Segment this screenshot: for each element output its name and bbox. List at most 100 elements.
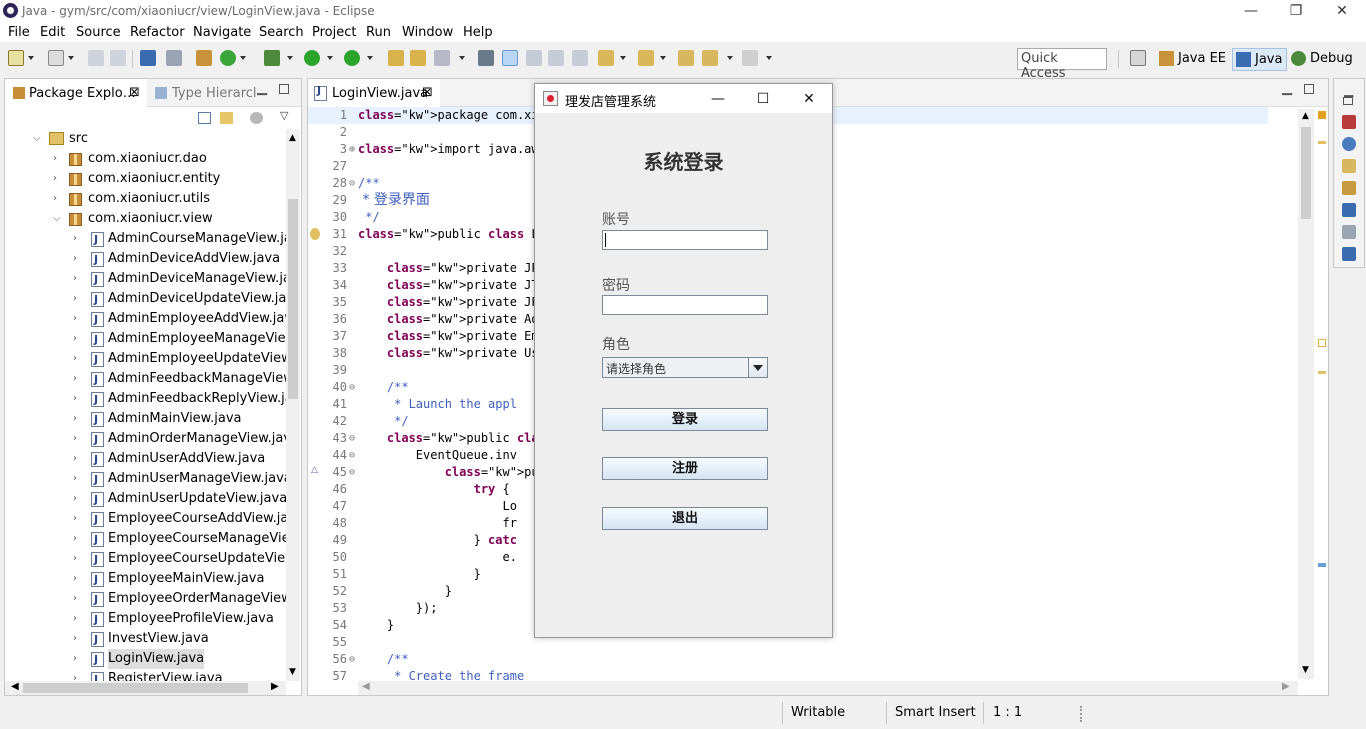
collapsed-arrow-icon[interactable]: › bbox=[73, 549, 83, 569]
explorer-horizontal-scrollbar[interactable]: ◀ ▶ bbox=[5, 681, 286, 695]
collapsed-arrow-icon[interactable]: › bbox=[73, 649, 83, 669]
declaration-icon[interactable] bbox=[1342, 181, 1356, 195]
package-icon[interactable] bbox=[196, 50, 212, 66]
collapsed-arrow-icon[interactable]: › bbox=[53, 189, 63, 209]
fold-toggle-icon[interactable]: ⊖ bbox=[349, 430, 357, 447]
collapsed-arrow-icon[interactable]: › bbox=[73, 249, 83, 269]
scroll-left-icon[interactable]: ◀ bbox=[362, 681, 370, 692]
tab-loginview[interactable]: LoginView.java ⊠ bbox=[308, 79, 440, 107]
tree-item-file[interactable]: › AdminEmployeeAddView.java bbox=[5, 309, 286, 330]
new-icon[interactable] bbox=[8, 50, 24, 66]
collapsed-arrow-icon[interactable]: › bbox=[53, 169, 63, 189]
dropdown-icon[interactable] bbox=[620, 56, 626, 60]
tree-item-package[interactable]: › com.xiaoniucr.utils bbox=[5, 189, 286, 209]
scroll-down-icon[interactable]: ▼ bbox=[1302, 665, 1309, 675]
annotation-icon[interactable] bbox=[478, 50, 494, 66]
tree-item-file[interactable]: › AdminDeviceAddView.java bbox=[5, 249, 286, 270]
fold-toggle-icon[interactable]: ⊕ bbox=[349, 141, 357, 158]
tree-item-file[interactable]: › EmployeeMainView.java bbox=[5, 569, 286, 590]
minimize-button[interactable]: — bbox=[1228, 0, 1274, 22]
tab-type-hierarchy[interactable]: Type Hierarcl bbox=[172, 86, 257, 101]
show-whitespace-icon[interactable] bbox=[572, 50, 588, 66]
tree-item-file[interactable]: › EmployeeProfileView.java bbox=[5, 609, 286, 630]
maximize-view-icon[interactable] bbox=[279, 84, 289, 94]
forward-dropdown-icon[interactable] bbox=[766, 56, 772, 60]
warning-overview-icon[interactable] bbox=[1318, 111, 1326, 119]
minimize-view-icon[interactable]: ▁ bbox=[1282, 81, 1292, 96]
collapsed-arrow-icon[interactable]: › bbox=[73, 409, 83, 429]
save-all-icon[interactable] bbox=[110, 50, 126, 66]
menu-project[interactable]: Project bbox=[312, 25, 356, 40]
skip-breakpoints-icon[interactable] bbox=[166, 50, 182, 66]
fold-toggle-icon[interactable]: ⊖ bbox=[349, 464, 357, 481]
forward-icon[interactable] bbox=[742, 50, 758, 66]
run-external-icon[interactable] bbox=[344, 50, 360, 66]
collapsed-arrow-icon[interactable]: › bbox=[73, 589, 83, 609]
restore-button[interactable]: ❐ bbox=[1273, 0, 1319, 22]
code-line[interactable]: 56 ⊖ /** bbox=[308, 651, 1268, 668]
tree-item-package[interactable]: › com.xiaoniucr.dao bbox=[5, 149, 286, 169]
tree-item-file[interactable]: › EmployeeCourseAddView.java bbox=[5, 509, 286, 530]
javadoc-icon[interactable] bbox=[1342, 159, 1356, 173]
dialog-close-button[interactable]: ✕ bbox=[794, 88, 824, 110]
console-icon[interactable] bbox=[140, 50, 156, 66]
menu-window[interactable]: Window bbox=[402, 25, 453, 40]
editor-horizontal-scrollbar[interactable]: ◀ ▶ bbox=[358, 681, 1298, 695]
back-icon[interactable] bbox=[702, 50, 718, 66]
focus-icon[interactable] bbox=[250, 112, 263, 124]
tree-item-package[interactable]: ⌵ com.xiaoniucr.view bbox=[5, 209, 286, 229]
collapse-all-icon[interactable] bbox=[198, 112, 211, 124]
tab-package-explorer[interactable]: Package Explo… ⊠ bbox=[5, 79, 147, 107]
external-dropdown-icon[interactable] bbox=[367, 56, 373, 60]
exit-button[interactable]: 退出 bbox=[602, 507, 768, 530]
warning-overview-icon[interactable] bbox=[1318, 141, 1326, 144]
progress-icon[interactable] bbox=[1342, 225, 1356, 239]
tree-item-package[interactable]: › com.xiaoniucr.entity bbox=[5, 169, 286, 189]
tree-item-file[interactable]: › InvestView.java bbox=[5, 629, 286, 650]
perspective-java[interactable]: Java bbox=[1232, 48, 1288, 71]
back-dropdown-icon[interactable] bbox=[727, 56, 733, 60]
minimize-view-icon[interactable]: ▁ bbox=[1344, 83, 1353, 97]
occurrence-overview-icon[interactable] bbox=[1318, 563, 1326, 567]
menu-source[interactable]: Source bbox=[76, 25, 121, 40]
password-input[interactable] bbox=[602, 295, 768, 315]
maximize-view-icon[interactable] bbox=[1304, 84, 1314, 94]
open-perspective-icon[interactable] bbox=[1130, 50, 1146, 66]
collapsed-arrow-icon[interactable]: › bbox=[73, 429, 83, 449]
refresh-icon[interactable] bbox=[220, 50, 236, 66]
tree-item-file[interactable]: › AdminFeedbackManageView.ja bbox=[5, 369, 286, 390]
fold-toggle-icon[interactable]: ⊖ bbox=[349, 175, 357, 192]
collapsed-arrow-icon[interactable]: › bbox=[73, 669, 83, 681]
menu-search[interactable]: Search bbox=[259, 25, 304, 40]
open-folder-icon[interactable] bbox=[410, 50, 426, 66]
expanded-arrow-icon[interactable]: ⌵ bbox=[33, 129, 43, 149]
collapsed-arrow-icon[interactable]: › bbox=[73, 609, 83, 629]
collapsed-arrow-icon[interactable]: › bbox=[73, 569, 83, 589]
link-editor-icon[interactable] bbox=[220, 112, 233, 124]
scroll-up-icon[interactable]: ▲ bbox=[289, 133, 296, 143]
scroll-thumb[interactable] bbox=[288, 199, 298, 399]
account-input[interactable] bbox=[602, 230, 768, 250]
tree-item-file[interactable]: › EmployeeCourseManageView. bbox=[5, 529, 286, 550]
collapsed-arrow-icon[interactable]: › bbox=[53, 149, 63, 169]
search-icon[interactable] bbox=[434, 50, 450, 66]
perspective-java-ee[interactable]: Java EE bbox=[1156, 48, 1230, 71]
tree-item-file[interactable]: › AdminUserManageView.java bbox=[5, 469, 286, 490]
expanded-arrow-icon[interactable]: ⌵ bbox=[53, 209, 63, 229]
prev-annotation-icon[interactable] bbox=[638, 50, 654, 66]
console-icon[interactable] bbox=[1342, 203, 1356, 217]
fold-toggle-icon[interactable]: ⊖ bbox=[349, 379, 357, 396]
role-select[interactable]: 请选择角色 bbox=[602, 357, 768, 378]
run-dropdown-icon[interactable] bbox=[327, 56, 333, 60]
collapsed-arrow-icon[interactable]: › bbox=[73, 529, 83, 549]
last-edit-icon[interactable] bbox=[678, 50, 694, 66]
tasks-icon[interactable] bbox=[1342, 247, 1356, 261]
tree-item-file[interactable]: › LoginView.java bbox=[5, 649, 286, 670]
outline-icon[interactable] bbox=[1342, 115, 1356, 129]
dropdown-icon[interactable] bbox=[68, 56, 74, 60]
tree-item-file[interactable]: › RegisterView.java bbox=[5, 669, 286, 681]
tree-item-file[interactable]: › AdminDeviceUpdateView.java bbox=[5, 289, 286, 310]
explorer-vertical-scrollbar[interactable]: ▲ ▼ bbox=[286, 129, 300, 681]
menu-file[interactable]: File bbox=[8, 25, 30, 40]
new-project-icon[interactable] bbox=[48, 50, 64, 66]
